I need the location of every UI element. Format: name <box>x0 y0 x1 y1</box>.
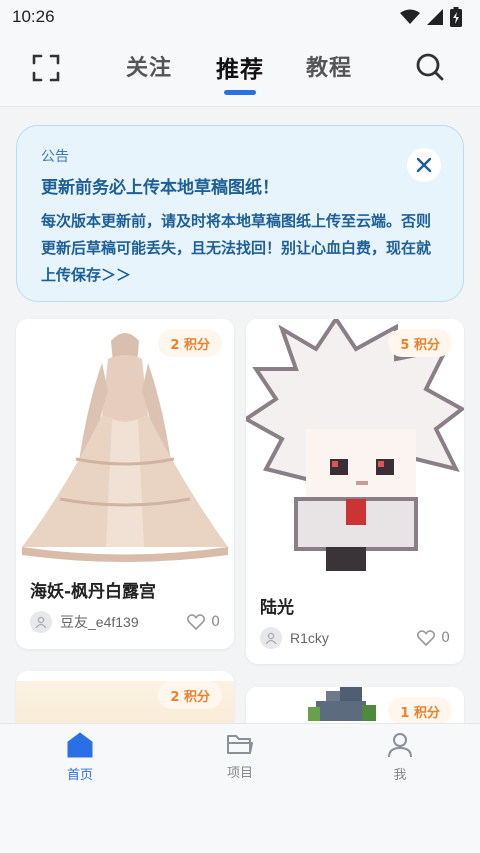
card-image-pixel-character <box>246 319 464 577</box>
avatar[interactable] <box>260 627 282 649</box>
points-badge: 5 积分 <box>388 329 452 357</box>
user-icon <box>265 632 277 644</box>
like-button[interactable]: 0 <box>417 630 450 646</box>
close-announcement-button[interactable] <box>407 148 441 182</box>
points-badge: 2 积分 <box>158 329 222 357</box>
nav-me-label: 我 <box>393 768 407 783</box>
card-title: 海妖-枫丹白露宫 <box>30 582 157 602</box>
wifi-icon <box>400 9 420 24</box>
home-icon <box>67 732 93 758</box>
status-time: 10:26 <box>12 7 55 26</box>
nav-home[interactable]: 首页 <box>40 732 120 783</box>
scan-button[interactable] <box>32 54 64 86</box>
top-nav: 关注 推荐 教程 <box>0 34 480 107</box>
like-button[interactable]: 0 <box>187 614 220 630</box>
status-bar: 10:26 <box>0 0 480 34</box>
nav-home-label: 首页 <box>66 768 93 783</box>
person-icon <box>388 733 412 758</box>
tab-following[interactable]: 关注 <box>126 50 172 82</box>
scan-icon <box>32 54 60 82</box>
announcement-banner[interactable]: 公告 更新前务必上传本地草稿图纸！ 每次版本更新前，请及时将本地草稿图纸上传至云… <box>16 125 464 302</box>
tab-recommended[interactable]: 推荐 <box>216 50 264 84</box>
search-icon <box>416 53 444 81</box>
folder-icon <box>227 735 253 754</box>
card-meta: 豆友_e4f139 0 <box>30 610 220 634</box>
design-card[interactable]: 2 积分 海妖-枫丹白露宫 豆友_e4f139 0 <box>16 319 234 649</box>
bottom-nav: 首页 项目 我 <box>0 723 480 853</box>
user-icon <box>35 616 47 628</box>
design-card[interactable]: 5 积分 陆光 R1cky 0 <box>246 319 464 664</box>
avatar[interactable] <box>30 611 52 633</box>
nav-projects-label: 项目 <box>226 766 253 781</box>
battery-icon <box>450 7 462 27</box>
signal-icon <box>427 9 443 25</box>
author-name[interactable]: R1cky <box>290 630 417 646</box>
card-title: 陆光 <box>260 598 294 618</box>
points-badge: 1 积分 <box>388 697 452 725</box>
card-meta: R1cky 0 <box>260 626 450 650</box>
heart-icon <box>417 630 436 646</box>
announcement-label: 公告 <box>41 149 69 165</box>
heart-icon <box>187 614 206 630</box>
nav-me[interactable]: 我 <box>360 732 440 783</box>
search-button[interactable] <box>415 52 447 84</box>
nav-projects[interactable]: 项目 <box>200 732 280 781</box>
tab-tutorials[interactable]: 教程 <box>306 50 352 82</box>
close-icon <box>417 158 431 172</box>
points-badge: 2 积分 <box>158 681 222 709</box>
announcement-body[interactable]: 每次版本更新前，请及时将本地草稿图纸上传至云端。否则更新后草稿可能丢失，且无法找… <box>41 208 431 289</box>
author-name[interactable]: 豆友_e4f139 <box>60 612 187 632</box>
status-icons <box>400 7 462 27</box>
active-tab-indicator <box>224 90 256 95</box>
announcement-title: 更新前务必上传本地草稿图纸！ <box>41 178 279 198</box>
like-count: 0 <box>441 630 450 646</box>
like-count: 0 <box>211 614 220 630</box>
